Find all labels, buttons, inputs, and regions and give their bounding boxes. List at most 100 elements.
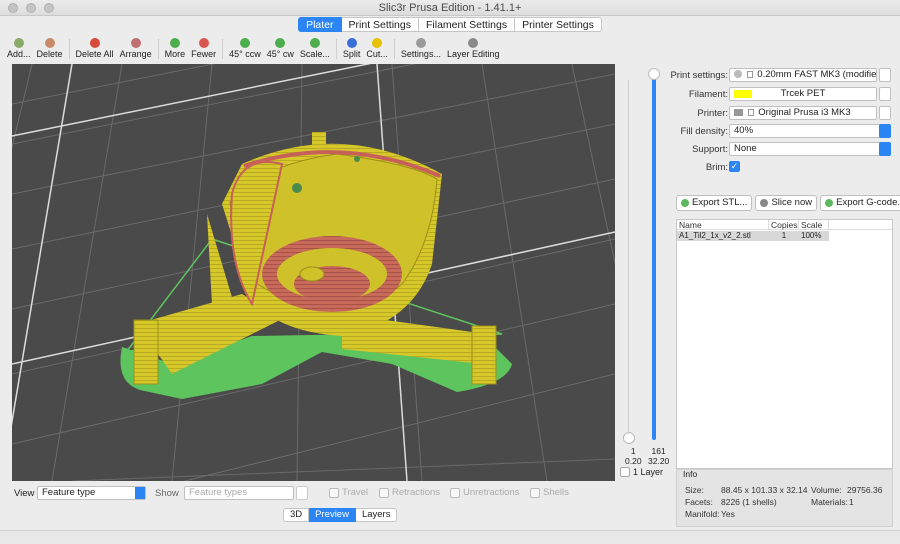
toolbar-label: 45° ccw xyxy=(229,49,261,59)
table-row[interactable]: A1_Til2_1x_v2_2.stl 1 100% xyxy=(677,231,829,241)
toolbar-more-button[interactable]: More xyxy=(162,36,189,62)
delete-icon xyxy=(44,38,55,48)
travel-label: Travel xyxy=(342,487,369,498)
object-list[interactable]: Name Copies Scale A1_Til2_1x_v2_2.stl 1 … xyxy=(676,219,893,469)
toolbar-arrange-button[interactable]: Arrange xyxy=(117,36,155,62)
slice-now-label: Slice now xyxy=(771,197,813,208)
print-settings-combo[interactable]: 0.20mm FAST MK3 (modified) xyxy=(729,68,877,82)
fewer-icon xyxy=(198,38,209,48)
unretractions-box[interactable] xyxy=(450,487,460,498)
tab-plater[interactable]: Plater xyxy=(298,17,342,32)
tab-3d[interactable]: 3D xyxy=(283,508,310,522)
tab-layers[interactable]: Layers xyxy=(355,508,398,522)
toolbar-cut-button[interactable]: Cut... xyxy=(363,36,391,62)
toolbar-delete-button[interactable]: Delete xyxy=(34,36,66,62)
show-select[interactable]: Feature types xyxy=(184,486,294,500)
view-select[interactable]: Feature type xyxy=(37,486,146,500)
settings-icon xyxy=(415,38,426,48)
print-settings-label: Print settings: xyxy=(670,70,728,81)
export-gcode-icon xyxy=(825,199,834,207)
toolbar-label: Delete All xyxy=(75,49,114,59)
column-name[interactable]: Name xyxy=(677,220,769,230)
one-layer-checkbox[interactable]: 1 Layer xyxy=(620,467,663,477)
tab-preview[interactable]: Preview xyxy=(309,508,356,522)
view-select-chevron-icon[interactable] xyxy=(135,487,145,499)
support-combo[interactable]: None xyxy=(729,142,889,156)
top-layer-height: 32.20 xyxy=(648,456,670,466)
one-layer-box[interactable] xyxy=(620,467,630,477)
layer-slider-bottom-handle[interactable] xyxy=(623,432,635,444)
toolbar-separator xyxy=(393,39,395,59)
facets-label: Facets: xyxy=(685,497,713,507)
preview-canvas[interactable] xyxy=(12,64,615,481)
brim-checkbox[interactable]: ✓ xyxy=(729,161,740,172)
printer-icon xyxy=(734,108,743,116)
tab-print-settings[interactable]: Print Settings xyxy=(341,17,419,32)
toolbar-label: Add... xyxy=(7,49,31,59)
toolbar-rotate-ccw-button[interactable]: 45° ccw xyxy=(226,36,264,62)
toolbar-delete-all-button[interactable]: Delete All xyxy=(73,36,117,62)
rotate-cw-icon xyxy=(275,38,286,48)
toolbar-add-button[interactable]: Add... xyxy=(4,36,34,62)
show-select-chevron-icon[interactable] xyxy=(296,486,308,500)
toolbar-separator xyxy=(68,39,70,59)
view-mode-tabs: 3D Preview Layers xyxy=(283,508,398,522)
add-icon xyxy=(13,38,24,48)
print-settings-dropdown-icon[interactable] xyxy=(879,68,891,82)
toolbar-label: Delete xyxy=(36,49,63,59)
printer-dropdown-icon[interactable] xyxy=(879,106,891,120)
materials-value: 1 xyxy=(849,497,854,507)
toolbar-fewer-button[interactable]: Fewer xyxy=(188,36,219,62)
filament-dropdown-icon[interactable] xyxy=(879,87,891,101)
layer-slider-top-handle[interactable] xyxy=(648,68,660,80)
toolbar-split-button[interactable]: Split xyxy=(340,36,364,62)
layer-slider[interactable]: 1 0.20 161 32.20 1 Layer xyxy=(615,64,670,481)
unretractions-checkbox[interactable]: Unretractions xyxy=(450,487,520,498)
retractions-box[interactable] xyxy=(379,487,389,498)
window-title: Slic3r Prusa Edition - 1.41.1+ xyxy=(378,2,522,14)
scale-icon xyxy=(309,38,320,48)
shells-checkbox[interactable]: Shells xyxy=(530,487,569,498)
toolbar-label: Cut... xyxy=(366,49,388,59)
volume-value: 29756.36 xyxy=(847,485,883,495)
fill-density-combo[interactable]: 40% xyxy=(729,124,889,138)
fill-density-dropdown-icon[interactable] xyxy=(879,124,891,138)
export-gcode-button[interactable]: Export G-code... xyxy=(820,195,900,211)
toolbar-settings-button[interactable]: Settings... xyxy=(398,36,444,62)
slice-now-button[interactable]: Slice now xyxy=(755,195,818,211)
column-scale[interactable]: Scale xyxy=(799,220,829,230)
facets-value: 8226 (1 shells) xyxy=(721,497,777,507)
travel-checkbox[interactable]: Travel xyxy=(329,487,368,498)
view-select-value: Feature type xyxy=(42,487,96,498)
bottom-layer-number: 1 xyxy=(630,446,636,456)
toolbar-scale-button[interactable]: Scale... xyxy=(297,36,333,62)
delete-all-icon xyxy=(89,38,100,48)
retractions-checkbox[interactable]: Retractions xyxy=(379,487,440,498)
printer-combo[interactable]: Original Prusa i3 MK3 xyxy=(729,106,877,120)
support-label: Support: xyxy=(692,144,728,155)
materials-label: Materials: xyxy=(811,497,848,507)
export-stl-button[interactable]: Export STL... xyxy=(676,195,753,211)
layer-slider-track[interactable] xyxy=(652,72,656,440)
print-settings-value: 0.20mm FAST MK3 (modified) xyxy=(757,69,877,80)
export-stl-icon xyxy=(681,199,689,207)
export-actions: Export STL... Slice now Export G-code... xyxy=(676,195,900,211)
tab-printer-settings[interactable]: Printer Settings xyxy=(515,17,602,32)
travel-box[interactable] xyxy=(329,487,339,498)
shells-box[interactable] xyxy=(530,487,540,498)
tab-filament-settings[interactable]: Filament Settings xyxy=(418,17,516,32)
toolbar-layer-editing-button[interactable]: Layer Editing xyxy=(444,36,503,62)
plater-toolbar: Add... Delete Delete All Arrange More Fewer 45… xyxy=(4,36,896,62)
filament-label: Filament: xyxy=(688,89,728,100)
shells-label: Shells xyxy=(543,487,569,498)
filament-combo[interactable]: Trcek PET xyxy=(729,87,877,101)
column-copies[interactable]: Copies xyxy=(769,220,799,230)
support-row: Support: None xyxy=(676,142,893,156)
toolbar-rotate-cw-button[interactable]: 45° cw xyxy=(264,36,297,62)
split-icon xyxy=(346,38,357,48)
preview-viewport[interactable] xyxy=(12,64,615,481)
support-dropdown-icon[interactable] xyxy=(879,142,891,156)
fill-density-label: Fill density: xyxy=(680,126,728,137)
view-bar: View Feature type Show Feature types Tra… xyxy=(12,486,615,501)
lock-icon xyxy=(747,108,754,116)
